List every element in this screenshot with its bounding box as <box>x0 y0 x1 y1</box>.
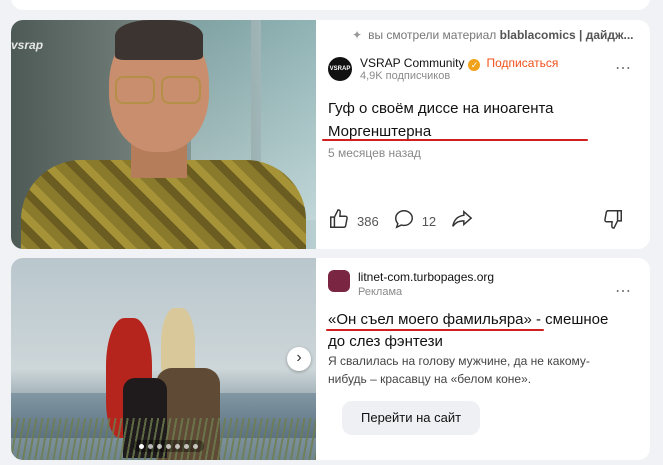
publish-date: 5 месяцев назад <box>328 146 421 160</box>
subscriber-count: 4,9K подписчиков <box>360 70 451 82</box>
share-icon[interactable] <box>450 208 474 235</box>
ad-image-carousel[interactable]: › <box>11 258 316 460</box>
like-count: 386 <box>357 214 379 229</box>
more-options-icon[interactable]: ⋯ <box>615 58 632 78</box>
carousel-next-button[interactable]: › <box>287 347 311 371</box>
carousel-dot[interactable] <box>175 443 180 449</box>
grass-foreground <box>11 418 316 460</box>
carousel-dot[interactable] <box>193 443 198 449</box>
person-hair <box>115 20 203 60</box>
like-icon[interactable] <box>328 208 350 235</box>
ad-title-highlight: «Он съел моего фамильяра» <box>328 311 532 328</box>
dislike-icon[interactable] <box>602 208 624 235</box>
ad-description: Я свалилась на голову мужчине, да не как… <box>328 354 590 386</box>
action-bar: 386 12 <box>328 208 624 235</box>
card-thumbnail[interactable]: vsrap <box>11 20 316 249</box>
ad-title[interactable]: «Он съел моего фамильяра» - смешное до с… <box>328 309 628 353</box>
carousel-dot[interactable] <box>148 443 153 449</box>
red-underline-annotation <box>322 139 588 141</box>
carousel-dot[interactable] <box>166 443 171 449</box>
viewed-prefix: вы смотрели материал <box>368 28 497 42</box>
channel-row: VSRAP Community ✓ Подписаться <box>360 56 558 71</box>
carousel-dot[interactable] <box>157 443 162 449</box>
viewed-source[interactable]: blablacomics | дайдж... <box>500 28 634 42</box>
ad-label: Реклама <box>358 286 403 298</box>
red-underline-annotation <box>326 329 544 331</box>
carousel-dot[interactable] <box>139 443 144 449</box>
advertiser-domain[interactable]: litnet-com.turbopages.org <box>358 270 494 284</box>
more-options-icon[interactable]: ⋯ <box>615 281 632 301</box>
card-title[interactable]: Гуф о своём диссе на иноагента Моргенште… <box>328 97 628 143</box>
watermark-logo: vsrap <box>11 38 44 52</box>
subscribe-button[interactable]: Подписаться <box>486 56 558 70</box>
carousel-dot[interactable] <box>184 443 189 449</box>
previous-card-bottom <box>11 0 650 10</box>
feed-card-ad[interactable]: › litnet-com.turbopages.org Реклама ⋯ «О… <box>11 258 650 460</box>
ad-content: litnet-com.turbopages.org Реклама ⋯ «Он … <box>326 258 650 460</box>
carousel-dots[interactable] <box>133 440 204 452</box>
comment-count: 12 <box>421 214 437 229</box>
channel-avatar[interactable]: VSRAP <box>328 57 352 81</box>
viewed-hint: ✦ вы смотрели материал blablacomics | дай… <box>352 28 634 42</box>
verified-icon: ✓ <box>468 59 481 71</box>
advertiser-logo[interactable] <box>328 270 350 292</box>
visit-site-button[interactable]: Перейти на сайт <box>342 401 481 435</box>
card-content: ✦ вы смотрели материал blablacomics | дай… <box>322 20 650 249</box>
channel-name[interactable]: VSRAP Community <box>360 56 464 70</box>
comment-icon[interactable] <box>393 208 415 235</box>
feed-card-video[interactable]: vsrap ✦ вы смотрели материал blablacomics… <box>11 20 650 249</box>
sparkle-icon: ✦ <box>352 28 363 42</box>
glasses <box>115 76 201 104</box>
